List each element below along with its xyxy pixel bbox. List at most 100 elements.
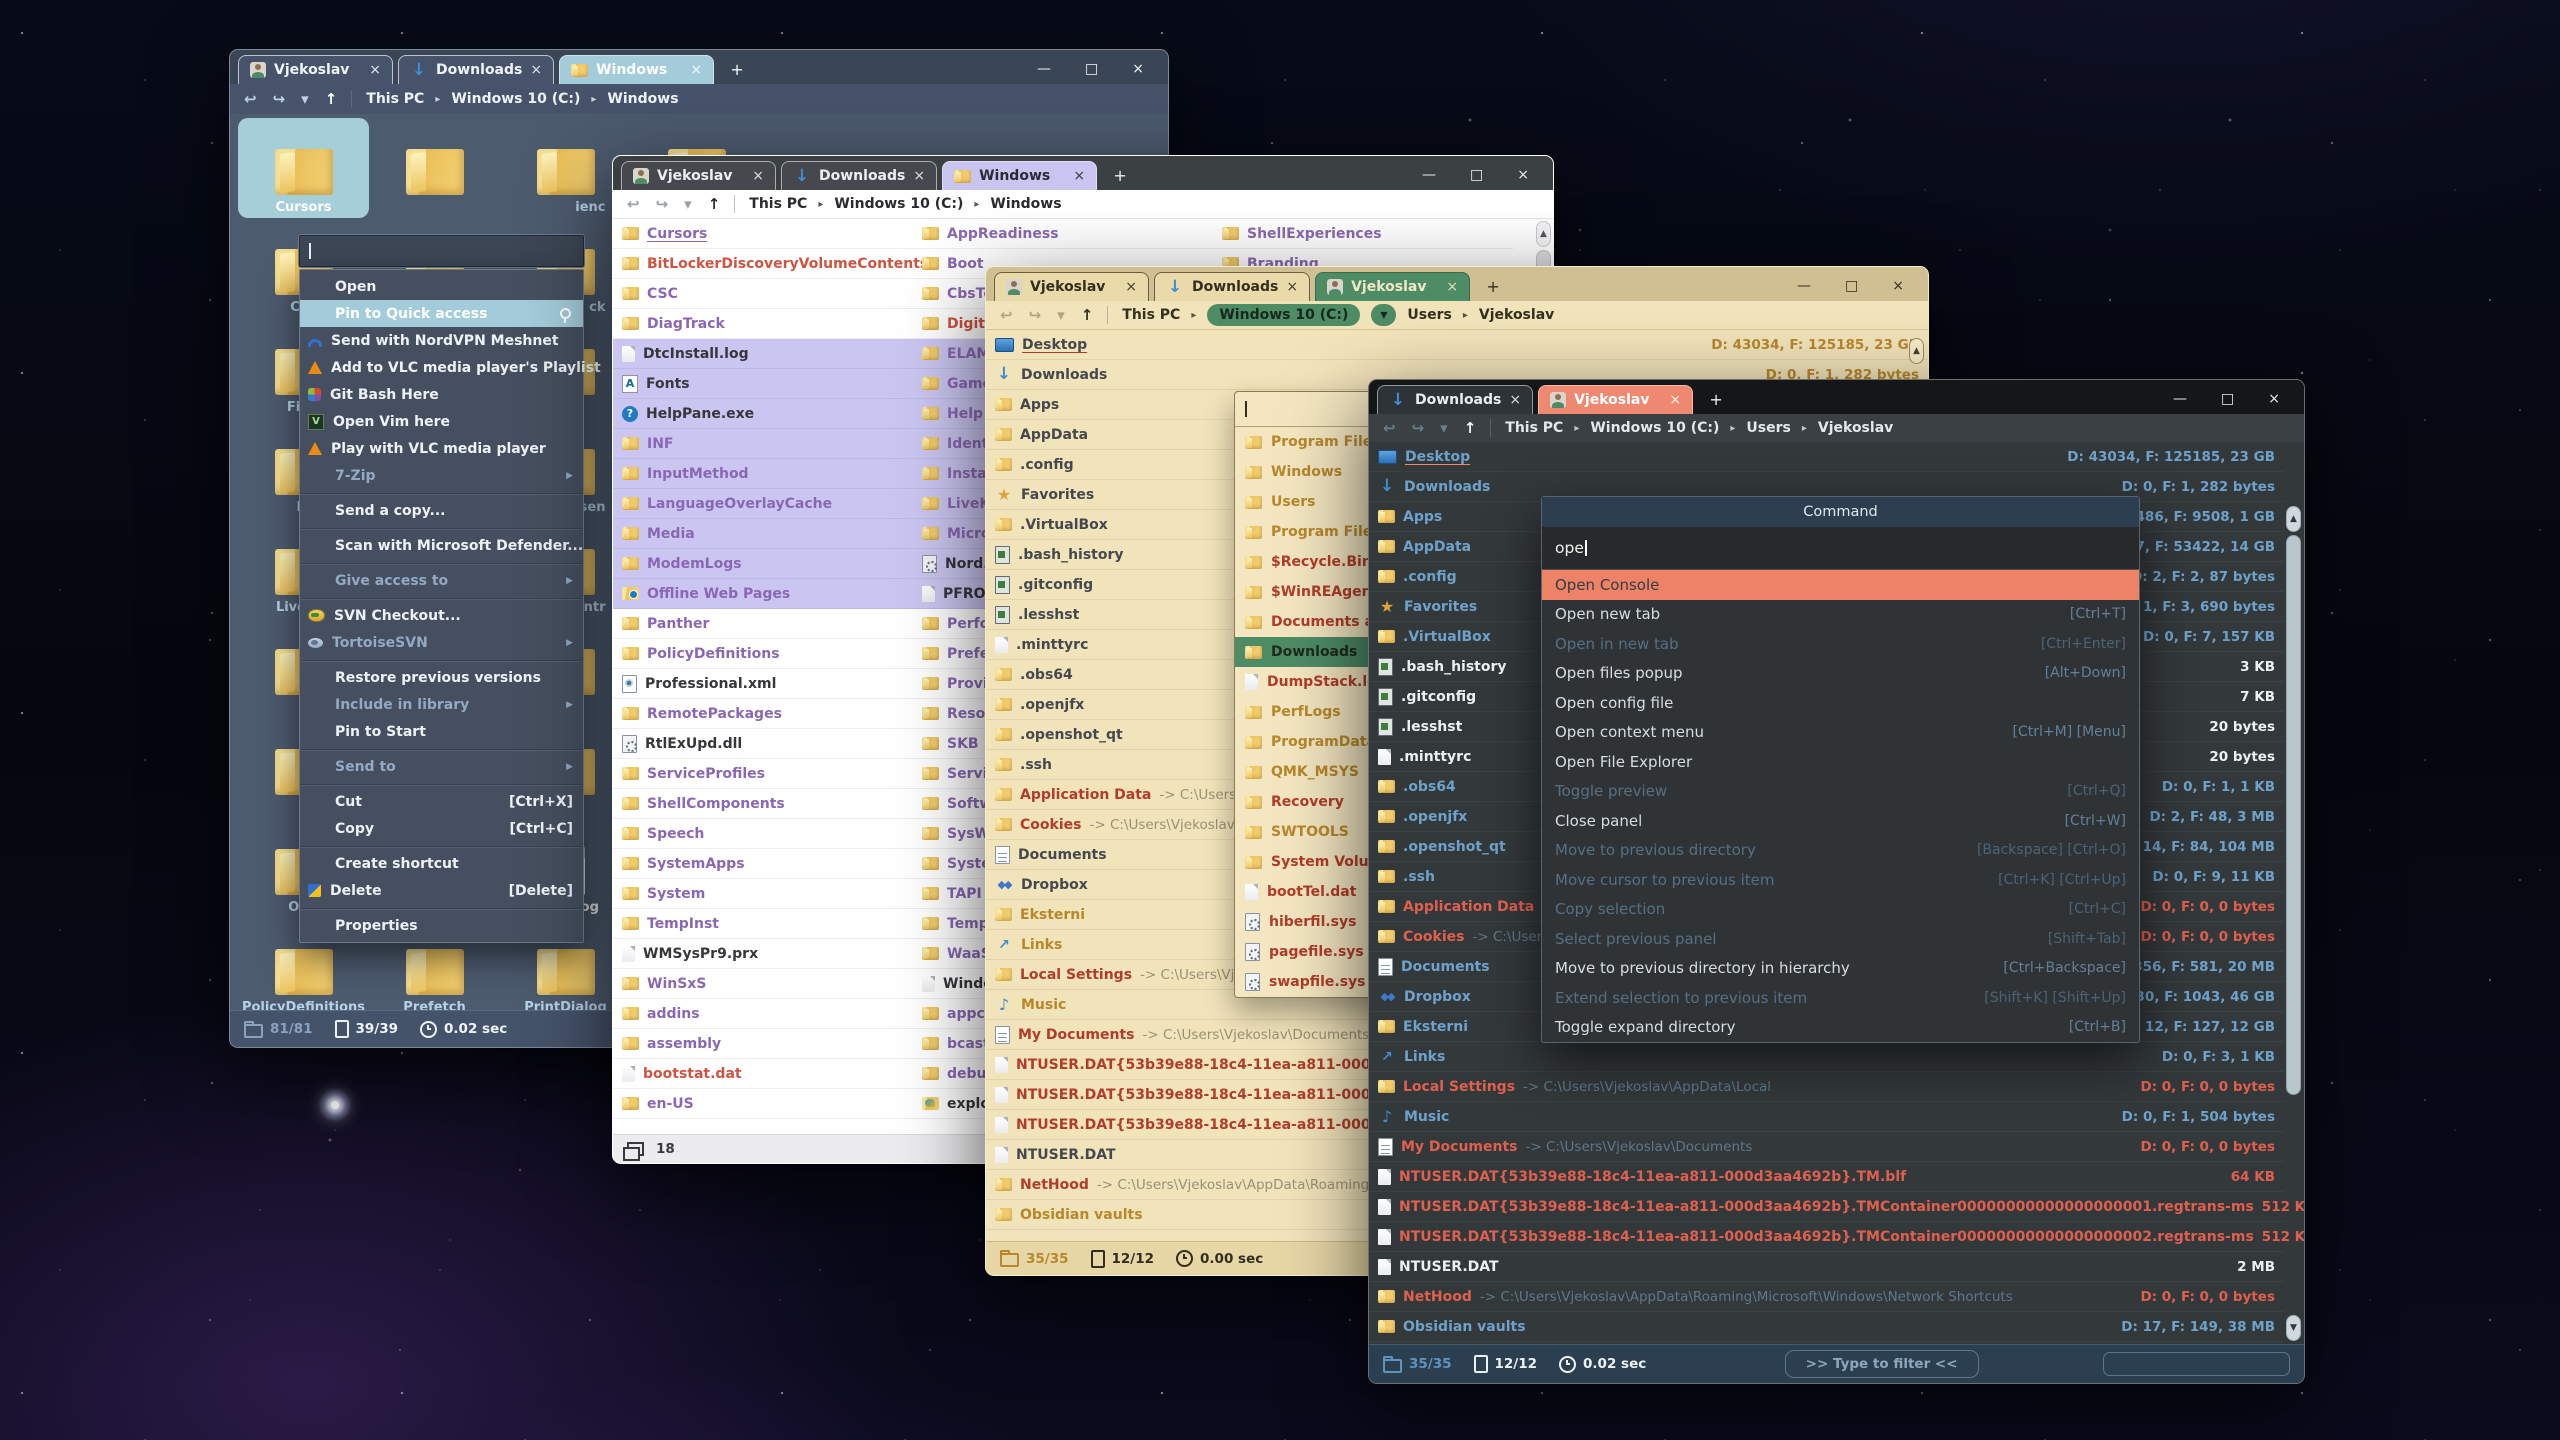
breadcrumb-segment[interactable]: Windows 10 (C:) ▸ bbox=[1590, 420, 1735, 436]
tab[interactable]: Vjekoslav × bbox=[621, 161, 776, 190]
tab[interactable]: Downloads × bbox=[1154, 272, 1310, 301]
context-menu-item[interactable]: Play with VLC media player ▶ bbox=[300, 435, 583, 462]
forward-button[interactable]: ↪ bbox=[656, 195, 669, 213]
filter-input[interactable] bbox=[2103, 1352, 2290, 1376]
file-row[interactable]: Desktop D: 43034, F: 125185, 23 GB bbox=[1369, 442, 2284, 472]
breadcrumb-segment[interactable]: Vjekoslav ▸ bbox=[1479, 307, 1554, 323]
up-directory-button[interactable]: ↑ bbox=[1081, 306, 1094, 324]
context-menu-item[interactable]: Open ▶ bbox=[300, 273, 583, 300]
command-item[interactable]: Open File Explorer bbox=[1542, 747, 2139, 777]
minimize-button[interactable]: — bbox=[2173, 391, 2187, 407]
file-row[interactable]: RemotePackages bbox=[613, 699, 913, 729]
grid-item[interactable]: Cursors bbox=[238, 118, 369, 218]
file-row[interactable]: addins bbox=[613, 999, 913, 1029]
breadcrumb-segment[interactable]: ▾ ▸ bbox=[1371, 304, 1396, 326]
file-row[interactable]: WinSxS bbox=[613, 969, 913, 999]
context-menu-item[interactable]: Give access to ▶ bbox=[300, 567, 583, 594]
file-row[interactable]: AppReadiness bbox=[913, 219, 1213, 249]
file-row[interactable]: DtcInstall.log bbox=[613, 339, 913, 369]
close-button[interactable]: × bbox=[1892, 278, 1904, 294]
close-button[interactable]: × bbox=[1517, 167, 1529, 183]
file-row[interactable]: Offline Web Pages bbox=[613, 579, 913, 609]
forward-button[interactable]: ↪ bbox=[1412, 419, 1425, 437]
file-row[interactable]: Speech bbox=[613, 819, 913, 849]
command-item[interactable]: Move to previous directory in hierarchy … bbox=[1542, 954, 2139, 984]
breadcrumb-segment[interactable]: This PC ▸ bbox=[1505, 420, 1579, 436]
command-item[interactable]: Open context menu [Ctrl+M] [Menu] bbox=[1542, 718, 2139, 748]
file-row[interactable]: DiagTrack bbox=[613, 309, 913, 339]
maximize-button[interactable]: □ bbox=[1085, 61, 1098, 77]
file-row[interactable]: ServiceProfiles bbox=[613, 759, 913, 789]
tab-close-icon[interactable]: × bbox=[1509, 392, 1521, 408]
context-menu-item[interactable]: Include in library ▶ bbox=[300, 691, 583, 718]
scroll-up-icon[interactable]: ▲ bbox=[1536, 221, 1551, 247]
back-button[interactable]: ↩ bbox=[244, 90, 257, 108]
breadcrumb-segment[interactable]: Vjekoslav ▸ bbox=[1818, 420, 1893, 436]
breadcrumb-segment[interactable]: Users ▸ bbox=[1407, 307, 1467, 323]
file-row[interactable]: Obsidian vaults D: 17, F: 149, 38 MB bbox=[1369, 1312, 2284, 1342]
context-menu-filter-input[interactable] bbox=[299, 235, 584, 267]
tab-close-icon[interactable]: × bbox=[1073, 168, 1085, 184]
command-item[interactable]: Move cursor to previous item [Ctrl+K] [C… bbox=[1542, 865, 2139, 895]
command-item[interactable]: Open Console bbox=[1542, 570, 2139, 600]
context-menu-item[interactable]: Send with NordVPN Meshnet ▶ bbox=[300, 327, 583, 354]
tab[interactable]: Downloads × bbox=[781, 161, 937, 190]
tab[interactable]: Vjekoslav × bbox=[1315, 272, 1470, 301]
new-tab-button[interactable]: + bbox=[1102, 166, 1138, 185]
context-menu-item[interactable]: Pin to Quick access ▶ bbox=[300, 300, 583, 327]
tab-close-icon[interactable]: × bbox=[1125, 279, 1137, 295]
context-menu-item[interactable]: 7-Zip ▶ bbox=[300, 462, 583, 489]
minimize-button[interactable]: — bbox=[1037, 61, 1051, 77]
history-dropdown-icon[interactable]: ▾ bbox=[1440, 419, 1448, 437]
tab-close-icon[interactable]: × bbox=[1286, 279, 1298, 295]
scroll-up-icon[interactable]: ▲ bbox=[2286, 506, 2301, 532]
command-item[interactable]: Extend selection to previous item [Shift… bbox=[1542, 983, 2139, 1013]
file-row[interactable]: NTUSER.DAT 2 MB bbox=[1369, 1252, 2284, 1282]
file-row[interactable]: LanguageOverlayCache bbox=[613, 489, 913, 519]
breadcrumb-segment[interactable]: This PC ▸ bbox=[1122, 307, 1196, 323]
file-row[interactable]: HelpPane.exe bbox=[613, 399, 913, 429]
context-menu-item[interactable]: SVN Checkout... ▶ bbox=[300, 602, 583, 629]
breadcrumb-segment[interactable]: Windows 10 (C:) ▸ bbox=[1207, 304, 1360, 326]
new-tab-button[interactable]: + bbox=[719, 60, 755, 79]
file-row[interactable]: CSC bbox=[613, 279, 913, 309]
command-input[interactable]: ope bbox=[1542, 527, 2139, 570]
scroll-down-icon[interactable]: ▼ bbox=[2286, 1315, 2301, 1341]
file-row[interactable]: bootstat.dat bbox=[613, 1059, 913, 1089]
context-menu-item[interactable]: Restore previous versions ▶ bbox=[300, 664, 583, 691]
type-to-filter-button[interactable]: >> Type to filter << bbox=[1785, 1350, 1979, 1378]
file-row[interactable]: SystemApps bbox=[613, 849, 913, 879]
file-row[interactable]: NetHood C:\Users\Vjekoslav\AppData\Roami… bbox=[1369, 1282, 2284, 1312]
tab[interactable]: Vjekoslav × bbox=[994, 272, 1149, 301]
tab-close-icon[interactable]: × bbox=[530, 62, 542, 78]
context-menu-item[interactable]: Add to VLC media player's Playlist ▶ bbox=[300, 354, 583, 381]
context-menu-item[interactable]: Properties ▶ bbox=[300, 912, 583, 939]
context-menu-item[interactable]: Scan with Microsoft Defender... ▶ bbox=[300, 532, 583, 559]
breadcrumb-segment[interactable]: This PC ▸ bbox=[749, 196, 823, 212]
file-row[interactable]: Links D: 0, F: 3, 1 KB bbox=[1369, 1042, 2284, 1072]
file-row[interactable]: ShellExperiences bbox=[1213, 219, 1513, 249]
maximize-button[interactable]: □ bbox=[2221, 391, 2234, 407]
file-row[interactable]: Desktop D: 43034, F: 125185, 23 GB bbox=[986, 330, 1928, 360]
command-item[interactable]: Open files popup [Alt+Down] bbox=[1542, 659, 2139, 689]
file-row[interactable]: TempInst bbox=[613, 909, 913, 939]
file-row[interactable]: Local Settings C:\Users\Vjekoslav\AppDat… bbox=[1369, 1072, 2284, 1102]
breadcrumb-segment[interactable]: This PC ▸ bbox=[366, 91, 440, 107]
tab[interactable]: Downloads × bbox=[398, 55, 554, 84]
tab[interactable]: Downloads × bbox=[1377, 385, 1533, 414]
forward-button[interactable]: ↪ bbox=[1029, 306, 1042, 324]
scroll-up-icon[interactable]: ▲ bbox=[1909, 338, 1924, 364]
context-menu-item[interactable]: Pin to Start ▶ bbox=[300, 718, 583, 745]
context-menu-item[interactable]: Send a copy... ▶ bbox=[300, 497, 583, 524]
breadcrumb-segment[interactable]: Windows ▸ bbox=[607, 91, 678, 107]
context-menu-item[interactable]: Delete [Delete] ▶ bbox=[300, 877, 583, 904]
context-menu-item[interactable]: Copy [Ctrl+C] ▶ bbox=[300, 815, 583, 842]
history-dropdown-icon[interactable]: ▾ bbox=[301, 90, 309, 108]
file-row[interactable]: NTUSER.DAT{53b39e88-18c4-11ea-a811-000d3… bbox=[1369, 1192, 2284, 1222]
file-row[interactable]: InputMethod bbox=[613, 459, 913, 489]
file-row[interactable]: Music D: 0, F: 1, 504 bytes bbox=[1369, 1102, 2284, 1132]
up-directory-button[interactable]: ↑ bbox=[325, 90, 338, 108]
file-row[interactable]: NTUSER.DAT{53b39e88-18c4-11ea-a811-000d3… bbox=[1369, 1222, 2284, 1252]
file-row[interactable]: en-US bbox=[613, 1089, 913, 1119]
tab[interactable]: Vjekoslav × bbox=[1538, 385, 1693, 414]
